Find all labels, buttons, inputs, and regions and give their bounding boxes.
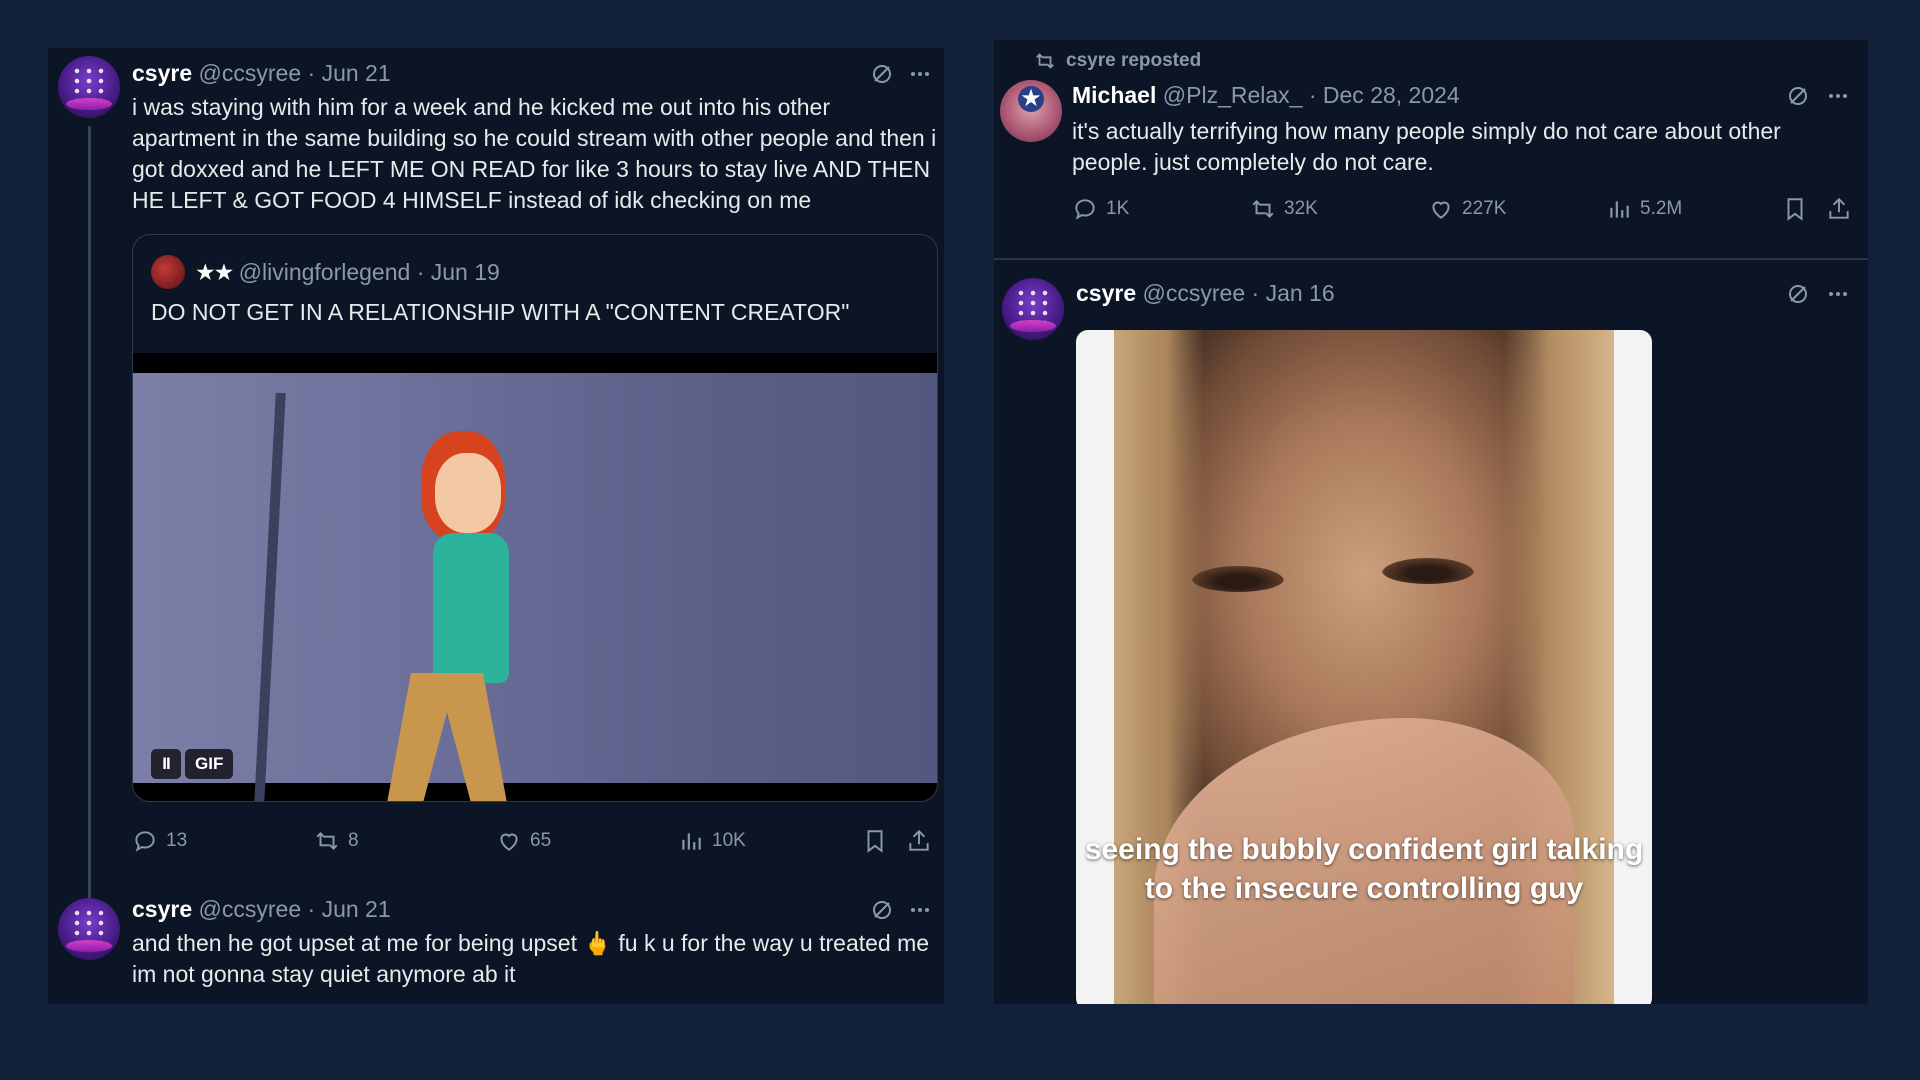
star-icon: ★: [1018, 86, 1044, 112]
reply-count: 13: [166, 830, 188, 851]
repost-count: 8: [348, 830, 359, 851]
grok-icon[interactable]: [1786, 84, 1810, 108]
quoted-header: ★★ @livingforlegend · Jun 19: [195, 259, 500, 286]
gif-scene: [133, 373, 937, 801]
like-icon: [500, 833, 518, 851]
separator-dot: ·: [307, 896, 316, 922]
repost-icon: [316, 832, 338, 850]
repost-button[interactable]: 32K: [1250, 194, 1318, 224]
reply-button[interactable]: 1K: [1072, 194, 1129, 224]
quoted-display-name[interactable]: ★★: [195, 259, 234, 285]
gif-media[interactable]: II GIF: [133, 353, 937, 801]
reply-icon: [135, 831, 155, 852]
tweet-header: csyre @ccsyree · Jun 21: [132, 60, 391, 87]
bookmark-button[interactable]: [862, 826, 888, 856]
gif-controls: II GIF: [151, 749, 234, 779]
quoted-text: DO NOT GET IN A RELATIONSHIP WITH A "CON…: [151, 299, 850, 325]
repost-indicator[interactable]: csyre reposted: [1034, 50, 1201, 72]
tweet-header: csyre @ccsyree · Jun 21: [132, 896, 391, 923]
quoted-date[interactable]: Jun 19: [431, 259, 500, 285]
cartoon-character-legs: [387, 673, 507, 801]
repost-icon: [1036, 53, 1054, 69]
repost-count: 32K: [1284, 198, 1318, 219]
tweet-text: it's actually terrifying how many people…: [1072, 118, 1781, 175]
handle[interactable]: @Plz_Relax_: [1163, 82, 1303, 108]
separator-dot: ·: [416, 259, 425, 285]
share-button[interactable]: [1826, 194, 1852, 224]
handle[interactable]: @ccsyree: [1143, 280, 1246, 306]
left-thread-panel: csyre @ccsyree · Jun 21 i was staying wi…: [48, 48, 944, 1004]
michael-avatar[interactable]: ★: [1000, 80, 1062, 142]
csyre-avatar[interactable]: [1002, 278, 1064, 340]
video-eye-right: [1382, 558, 1474, 584]
thread-connector-line: [88, 126, 91, 936]
share-icon: [909, 829, 929, 851]
bookmark-button[interactable]: [1782, 194, 1808, 224]
views-count: 5.2M: [1640, 198, 1683, 219]
video-eye-left: [1192, 566, 1284, 592]
grok-icon[interactable]: [870, 62, 894, 86]
right-timeline-panel: csyre reposted ★ Michael @Plz_Relax_ · D…: [994, 40, 1868, 1004]
reply-icon: [1075, 199, 1095, 220]
reply-button[interactable]: 13: [132, 826, 187, 856]
gif-pole: [254, 393, 286, 801]
grok-icon[interactable]: [1786, 282, 1810, 306]
quoted-tweet-card[interactable]: ★★ @livingforlegend · Jun 19 DO NOT GET …: [132, 234, 938, 802]
tweet-date[interactable]: Jun 21: [322, 896, 391, 922]
video-media[interactable]: seeing the bubbly confident girl talking…: [1076, 330, 1652, 1004]
display-name[interactable]: csyre: [132, 896, 192, 922]
like-icon: [1432, 201, 1450, 219]
tweet-divider: [994, 258, 1868, 260]
tweet-date[interactable]: Jun 21: [322, 60, 391, 86]
tweet-text: i was staying with him for a week and he…: [132, 94, 937, 213]
tweet-date[interactable]: Jan 16: [1266, 280, 1335, 306]
quoted-avatar[interactable]: [151, 255, 185, 289]
more-icon[interactable]: [1826, 282, 1850, 306]
tweet-text: and then he got upset at me for being up…: [132, 930, 930, 987]
display-name[interactable]: Michael: [1072, 82, 1156, 108]
cartoon-character-face: [435, 453, 501, 533]
gif-badge: GIF: [185, 749, 234, 779]
like-button[interactable]: 227K: [1428, 194, 1506, 224]
display-name[interactable]: csyre: [1076, 280, 1136, 306]
csyre-avatar[interactable]: [58, 56, 120, 118]
more-icon[interactable]: [908, 898, 932, 922]
handle[interactable]: @ccsyree: [199, 60, 302, 86]
repost-label-text: csyre reposted: [1066, 50, 1202, 71]
separator-dot: ·: [1308, 82, 1317, 108]
video-caption: seeing the bubbly confident girl talking…: [1084, 833, 1644, 905]
more-icon[interactable]: [1826, 84, 1850, 108]
like-count: 65: [530, 830, 552, 851]
more-icon[interactable]: [908, 62, 932, 86]
tweet-actions: 13 8 65 10K: [132, 826, 938, 856]
views-count: 10K: [712, 830, 746, 851]
separator-dot: ·: [1251, 280, 1260, 306]
csyre-avatar[interactable]: [58, 898, 120, 960]
share-icon: [1829, 197, 1849, 219]
bookmark-icon: [867, 830, 883, 853]
views-icon: [682, 833, 701, 850]
pause-icon[interactable]: II: [151, 749, 181, 779]
tweet-actions: 1K 32K 227K 5.2M: [1072, 194, 1852, 224]
handle[interactable]: @ccsyree: [199, 896, 302, 922]
display-name[interactable]: csyre: [132, 60, 192, 86]
like-count: 227K: [1462, 198, 1507, 219]
views-icon: [1610, 201, 1629, 218]
reply-count: 1K: [1106, 198, 1130, 219]
views-button[interactable]: 5.2M: [1606, 194, 1682, 224]
grok-icon[interactable]: [870, 898, 894, 922]
bookmark-icon: [1787, 198, 1803, 221]
share-button[interactable]: [906, 826, 932, 856]
tweet-date[interactable]: Dec 28, 2024: [1323, 82, 1460, 108]
tweet-header: Michael @Plz_Relax_ · Dec 28, 2024: [1072, 82, 1460, 109]
tweet-header: csyre @ccsyree · Jan 16: [1076, 280, 1335, 307]
quoted-handle[interactable]: @livingforlegend: [239, 259, 411, 285]
repost-button[interactable]: 8: [314, 826, 359, 856]
cartoon-character-body: [433, 533, 509, 683]
views-button[interactable]: 10K: [678, 826, 746, 856]
repost-icon: [1252, 200, 1274, 218]
like-button[interactable]: 65: [496, 826, 551, 856]
separator-dot: ·: [307, 60, 316, 86]
